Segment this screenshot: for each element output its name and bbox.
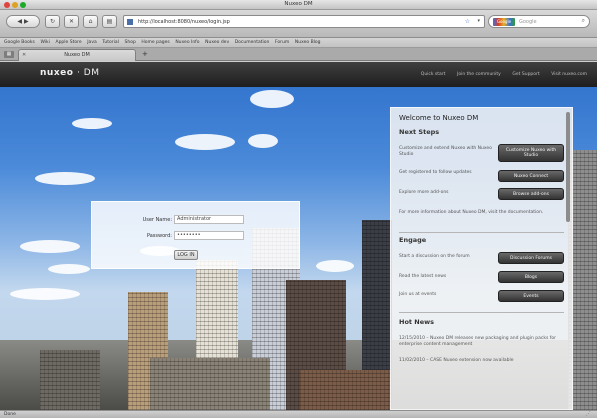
bookmark-item[interactable]: Java: [87, 40, 97, 45]
background-cloud: [20, 240, 80, 253]
discussion-forums-button[interactable]: Discussion Forums: [498, 252, 564, 264]
next-step-text: Explore more add-ons: [399, 190, 449, 195]
stop-icon: ✕: [68, 18, 75, 25]
status-bar: Done ⋰: [0, 410, 597, 418]
password-input[interactable]: ••••••••: [174, 231, 244, 240]
username-input[interactable]: Administrator: [174, 215, 244, 224]
url-text[interactable]: http://localhost:8080/nuxeo/login.jsp: [138, 19, 230, 25]
username-row: User Name: Administrator: [92, 215, 301, 225]
engage-text: Start a discussion on the forum: [399, 254, 470, 259]
panel-scrollbar[interactable]: [566, 112, 570, 222]
new-tab-icon[interactable]: +: [142, 51, 148, 58]
status-text: Done: [4, 412, 16, 417]
address-bar[interactable]: http://localhost:8080/nuxeo/login.jsp ☆ …: [123, 15, 485, 28]
reload-icon: ↻: [49, 18, 56, 25]
bookmark-icon: ▤: [106, 18, 113, 25]
background-cloud: [175, 134, 235, 150]
next-steps-heading: Next Steps: [399, 128, 440, 136]
reload-button[interactable]: ↻: [45, 15, 60, 28]
engage-heading: Engage: [399, 236, 427, 244]
forward-icon[interactable]: ▶: [24, 18, 29, 25]
background-cloud: [250, 90, 294, 108]
top-navigation-bar: nuxeo · DM Quick start Join the communit…: [0, 62, 597, 87]
events-button[interactable]: Events: [498, 290, 564, 302]
bookmarks-bar: Google Books Wiki Apple Store Java Tutor…: [0, 38, 597, 48]
customize-studio-button[interactable]: Customize Nuxeo with Studio: [498, 144, 564, 162]
blogs-button[interactable]: Blogs: [498, 271, 564, 283]
bookmark-item[interactable]: Tutorial: [102, 40, 119, 45]
search-placeholder: Google: [519, 19, 537, 25]
quick-start-link[interactable]: Quick start: [421, 72, 446, 77]
next-step-text: Get registered to follow updates: [399, 170, 472, 175]
bookmark-item[interactable]: Shop: [124, 40, 135, 45]
bookmark-item[interactable]: Nuxeo dev: [205, 40, 229, 45]
background-cloud: [48, 264, 90, 274]
bookmark-item[interactable]: Wiki: [40, 40, 49, 45]
bookmark-item[interactable]: Google Books: [4, 40, 35, 45]
close-tab-icon[interactable]: ✕: [22, 50, 26, 61]
dropdown-arrow-icon[interactable]: ▾: [477, 18, 480, 24]
background-cloud: [248, 134, 278, 148]
section-divider: [399, 312, 564, 313]
tab-label: Nuxeo DM: [64, 52, 90, 58]
tab-overview-icon[interactable]: ▦: [4, 51, 14, 58]
background-cloud: [35, 172, 95, 185]
window-title: Nuxeo DM: [284, 1, 313, 7]
google-logo-icon[interactable]: Google: [493, 18, 515, 26]
community-link[interactable]: Join the community: [457, 72, 501, 77]
stop-button[interactable]: ✕: [64, 15, 79, 28]
bookmark-item[interactable]: Nuxeo Info: [175, 40, 199, 45]
logo-separator: ·: [77, 68, 84, 78]
password-label: Password:: [146, 233, 172, 239]
tab-nuxeo-dm[interactable]: ✕ Nuxeo DM: [18, 49, 136, 61]
star-icon[interactable]: ☆: [465, 18, 470, 25]
news-item[interactable]: 11/02/2010 – CASE Nuxeo extension now av…: [399, 358, 564, 364]
bookmark-item[interactable]: Apple Store: [56, 40, 82, 45]
next-steps-note: For more information about Nuxeo DM, vis…: [399, 210, 544, 215]
window-title-bar: Nuxeo DM: [0, 0, 597, 10]
bookmarks-button[interactable]: ▤: [102, 15, 117, 28]
browser-toolbar: ◀ ▶ ↻ ✕ ⌂ ▤ http://localhost:8080/nuxeo/…: [0, 10, 597, 38]
background-cloud: [10, 288, 80, 300]
bookmark-item[interactable]: Documentation: [235, 40, 270, 45]
page-viewport: nuxeo · DM Quick start Join the communit…: [0, 62, 597, 410]
background-cloud: [72, 118, 112, 129]
favicon-icon: [127, 19, 133, 25]
bookmark-item[interactable]: Home pages: [141, 40, 169, 45]
bookmark-item[interactable]: Nuxeo Blog: [295, 40, 321, 45]
news-heading: Hot News: [399, 318, 434, 326]
building: [300, 370, 390, 410]
support-link[interactable]: Get Support: [512, 72, 539, 77]
nuxeo-logo[interactable]: nuxeo · DM: [40, 68, 100, 78]
search-icon[interactable]: ⌕: [582, 17, 585, 25]
top-links: Quick start Join the community Get Suppo…: [411, 71, 587, 77]
back-forward-buttons[interactable]: ◀ ▶: [6, 15, 40, 28]
login-button[interactable]: LOG IN: [174, 250, 198, 260]
welcome-panel: Welcome to Nuxeo DM Next Steps Customize…: [390, 107, 573, 410]
welcome-title: Welcome to Nuxeo DM: [399, 114, 479, 122]
search-field[interactable]: Google Google ⌕: [488, 15, 590, 28]
browse-addons-button[interactable]: Browse add-ons: [498, 188, 564, 200]
visit-site-link[interactable]: Visit nuxeo.com: [551, 72, 587, 77]
logo-text: nuxeo: [40, 68, 74, 78]
home-button[interactable]: ⌂: [83, 15, 98, 28]
back-icon[interactable]: ◀: [17, 18, 22, 25]
tab-strip: ▦ ✕ Nuxeo DM +: [0, 48, 597, 61]
login-form: User Name: Administrator Password: •••••…: [91, 201, 300, 269]
engage-text: Join us at events: [399, 292, 437, 297]
logo-suffix: DM: [83, 68, 100, 78]
building: [40, 350, 100, 410]
next-step-text: Customize and extend Nuxeo with Nuxeo St…: [399, 146, 492, 157]
engage-text: Read the latest news: [399, 274, 447, 279]
section-divider: [399, 232, 564, 233]
resize-grip-icon[interactable]: ⋰: [586, 411, 591, 417]
username-label: User Name:: [142, 217, 172, 223]
nuxeo-connect-button[interactable]: Nuxeo Connect: [498, 170, 564, 182]
news-item[interactable]: 12/15/2010 – Nuxeo DM releases new packa…: [399, 336, 564, 348]
password-row: Password: ••••••••: [92, 231, 301, 241]
home-icon: ⌂: [88, 18, 93, 25]
building: [150, 358, 270, 410]
background-cloud: [316, 260, 354, 272]
bookmark-item[interactable]: Forum: [275, 40, 289, 45]
